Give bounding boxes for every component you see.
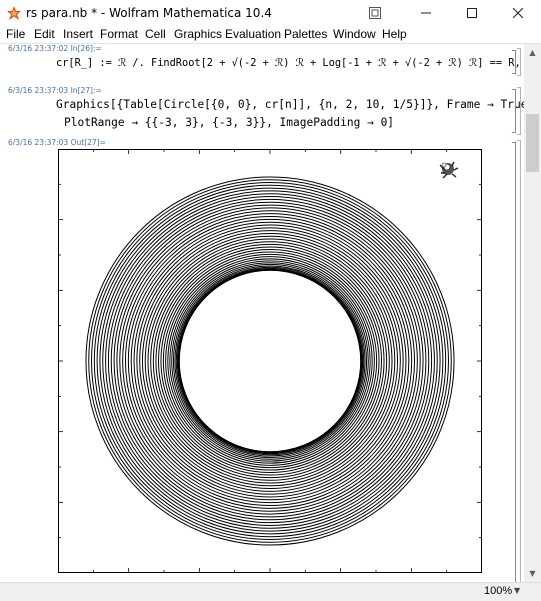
menu-palettes[interactable]: Palettes bbox=[284, 27, 327, 41]
circle-16 bbox=[152, 243, 388, 479]
title-bar: rs para.nb * - Wolfram Mathematica 10.4 bbox=[0, 0, 541, 26]
scroll-down-arrow-icon[interactable]: ▼ bbox=[524, 565, 541, 582]
menu-evaluation[interactable]: Evaluation bbox=[225, 27, 281, 41]
circle-18 bbox=[147, 238, 393, 484]
plot-frame bbox=[58, 149, 482, 573]
circle-28 bbox=[119, 210, 421, 512]
circle-27 bbox=[122, 213, 418, 509]
menu-bar: File Edit Insert Format Cell Graphics Ev… bbox=[0, 26, 541, 44]
circle-1 bbox=[178, 269, 362, 453]
circle-22 bbox=[136, 227, 404, 495]
circle-10 bbox=[167, 258, 373, 464]
circle-20 bbox=[141, 232, 399, 490]
menu-graphics[interactable]: Graphics bbox=[174, 27, 222, 41]
circle-32 bbox=[107, 198, 433, 524]
circle-26 bbox=[124, 215, 416, 507]
menu-format[interactable]: Format bbox=[100, 27, 138, 41]
circle-39 bbox=[88, 179, 452, 543]
close-button[interactable] bbox=[495, 0, 541, 26]
menu-file[interactable]: File bbox=[6, 27, 25, 41]
circle-13 bbox=[160, 251, 380, 471]
circle-11 bbox=[165, 256, 375, 466]
circle-7 bbox=[172, 263, 368, 459]
circle-25 bbox=[127, 218, 413, 504]
notebook-dock-icon[interactable] bbox=[369, 7, 381, 19]
menu-window[interactable]: Window bbox=[333, 27, 376, 41]
cell-bracket-out27[interactable] bbox=[512, 142, 516, 582]
circle-8 bbox=[171, 262, 369, 460]
circle-12 bbox=[162, 253, 378, 469]
window-title: rs para.nb * - Wolfram Mathematica 10.4 bbox=[26, 6, 272, 20]
circle-15 bbox=[155, 246, 385, 476]
cell-bracket-in27[interactable] bbox=[512, 89, 516, 133]
cell-bracket-in26[interactable] bbox=[512, 50, 516, 74]
menu-insert[interactable]: Insert bbox=[63, 27, 93, 41]
zoom-dropdown-icon[interactable]: ▼ bbox=[514, 586, 520, 595]
vertical-scrollbar[interactable]: ▲ ▼ bbox=[524, 44, 541, 582]
cell-group-bracket-2[interactable] bbox=[517, 87, 521, 135]
scroll-up-arrow-icon[interactable]: ▲ bbox=[524, 44, 541, 61]
concentric-circles-plot[interactable] bbox=[58, 149, 482, 573]
menu-cell[interactable]: Cell bbox=[145, 27, 166, 41]
circle-24 bbox=[130, 221, 410, 501]
circle-9 bbox=[169, 260, 371, 462]
circle-36 bbox=[96, 187, 444, 535]
spikey-icon[interactable] bbox=[439, 160, 461, 182]
menu-help[interactable]: Help bbox=[382, 27, 407, 41]
circle-37 bbox=[93, 184, 447, 538]
frame-ticks bbox=[58, 149, 482, 573]
cell-label-in26: 6/3/16 23:37:02 In[26]:= bbox=[8, 44, 102, 53]
notebook-area[interactable]: 6/3/16 23:37:02 In[26]:= cr[R_] := ℛ /. … bbox=[0, 44, 524, 582]
input-cell-in27-line2[interactable]: PlotRange → {{-3, 3}, {-3, 3}}, ImagePad… bbox=[64, 116, 394, 129]
mathematica-app-icon[interactable] bbox=[6, 5, 22, 21]
circle-29 bbox=[116, 207, 424, 515]
circle-17 bbox=[150, 241, 390, 481]
input-cell-in27-line1[interactable]: Graphics[{Table[Circle[{0, 0}, cr[n]], {… bbox=[56, 98, 524, 111]
close-icon bbox=[512, 7, 524, 18]
cell-label-out27: 6/3/16 23:37:03 Out[27]= bbox=[8, 138, 106, 147]
maximize-button[interactable] bbox=[449, 0, 495, 26]
circle-14 bbox=[158, 249, 382, 473]
circle-group bbox=[85, 176, 455, 546]
circle-40 bbox=[85, 176, 455, 546]
circle-33 bbox=[105, 196, 435, 526]
cell-group-bracket-1[interactable] bbox=[517, 48, 521, 76]
circle-19 bbox=[144, 235, 396, 487]
cell-label-in27: 6/3/16 23:37:03 In[27]:= bbox=[8, 86, 102, 95]
zoom-level[interactable]: 100% bbox=[484, 585, 512, 597]
menu-edit[interactable]: Edit bbox=[34, 27, 55, 41]
cell-group-bracket-3[interactable] bbox=[517, 140, 521, 582]
minimize-icon bbox=[421, 12, 431, 13]
input-cell-in26[interactable]: cr[R_] := ℛ /. FindRoot[2 + √(-2 + ℛ) ℛ … bbox=[56, 57, 524, 69]
status-bar: 100% ▼ bbox=[0, 582, 541, 601]
circle-0 bbox=[178, 269, 362, 453]
maximize-icon bbox=[467, 7, 477, 18]
minimize-button[interactable] bbox=[403, 0, 449, 26]
scrollbar-thumb[interactable] bbox=[526, 114, 539, 172]
